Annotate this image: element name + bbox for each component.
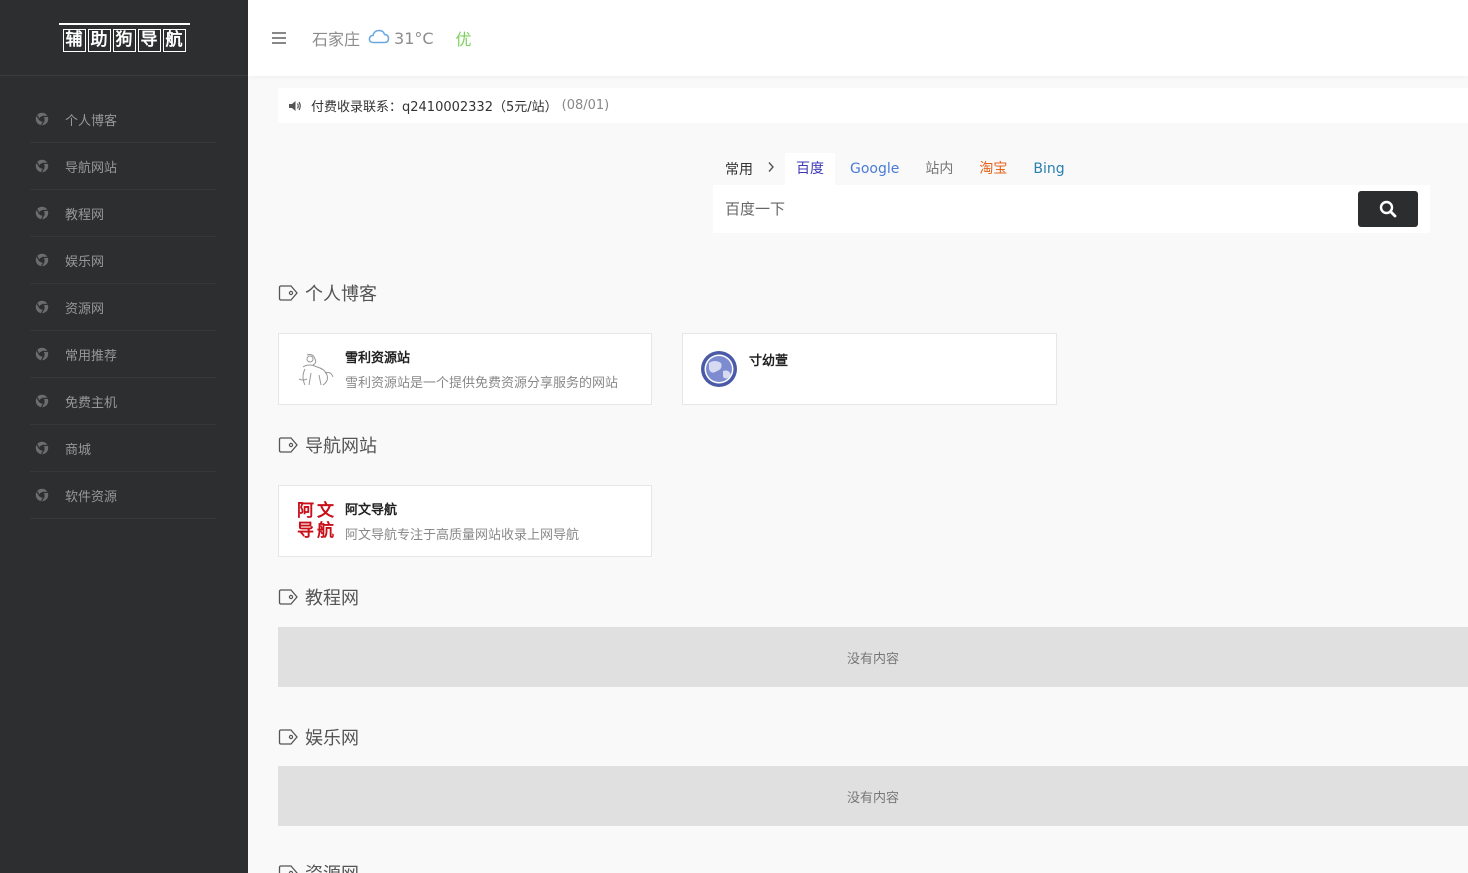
site-card-desc: 阿文导航专注于高质量网站收录上网导航 (345, 528, 580, 543)
sidebar-item-shop[interactable]: 商城 (30, 425, 216, 472)
cloud-icon (368, 28, 390, 48)
search-button[interactable] (1358, 191, 1418, 227)
empty-placeholder: 没有内容 (278, 627, 1468, 687)
chrome-icon (35, 394, 49, 408)
search-icon (1379, 200, 1397, 218)
tag-icon (278, 865, 298, 873)
awen-logo: 阿文导航 (297, 501, 334, 541)
sidebar-nav: 个人博客 导航网站 教程网 娱乐网 资源网 常用推荐 免费主机 商城 软件资源 (0, 96, 248, 519)
search-input[interactable] (713, 200, 1358, 218)
sidebar-item-resources[interactable]: 资源网 (30, 284, 216, 331)
empty-text: 没有内容 (846, 651, 899, 667)
chrome-icon (35, 159, 49, 173)
search-tab-taobao[interactable]: 淘宝 (968, 153, 1018, 185)
sidebar-item-nav-sites[interactable]: 导航网站 (30, 143, 216, 190)
sidebar-item-label: 商城 (65, 442, 92, 458)
tag-icon (278, 285, 298, 301)
speaker-icon (288, 100, 302, 112)
tag-icon (278, 589, 298, 605)
section-title-text: 个人博客 (305, 284, 377, 305)
weather-widget[interactable]: 石家庄 31°C (312, 26, 434, 50)
logo-char: 辅 (62, 29, 86, 52)
chrome-icon (35, 112, 49, 126)
site-card-desc: 雪利资源站是一个提供免费资源分享服务的网站 (345, 376, 619, 391)
section-title-resources: 资源网 (278, 860, 359, 873)
notice-date: (08/01) (561, 98, 610, 113)
city-name: 石家庄 (312, 30, 361, 49)
search-tab-bing[interactable]: Bing (1022, 153, 1075, 185)
sidebar-item-recommended[interactable]: 常用推荐 (30, 331, 216, 378)
chevron-right-icon (767, 161, 775, 177)
chrome-icon (35, 488, 49, 502)
sidebar-item-personal-blog[interactable]: 个人博客 (30, 96, 216, 143)
temperature: 31°C (394, 28, 434, 48)
site-card-name: 阿文导航 (345, 503, 398, 518)
chrome-icon (35, 253, 49, 267)
notice-text[interactable]: 付费收录联系：q2410002332（5元/站） (311, 96, 558, 115)
section-title-nav-sites: 导航网站 (278, 432, 377, 458)
sidebar-item-label: 资源网 (65, 301, 105, 317)
section-title-text: 教程网 (305, 588, 359, 609)
section-title-personal-blog: 个人博客 (278, 280, 377, 306)
globe-icon (699, 349, 739, 389)
sidebar-item-free-hosting[interactable]: 免费主机 (30, 378, 216, 425)
logo-char: 导 (137, 29, 161, 52)
dog-sketch-icon (295, 349, 335, 389)
logo[interactable]: 辅 助 狗 导 航 (0, 0, 248, 76)
search-group-label[interactable]: 常用 (725, 159, 753, 179)
empty-placeholder: 没有内容 (278, 766, 1468, 826)
section-title-text: 资源网 (305, 860, 359, 873)
sidebar: 辅 助 狗 导 航 个人博客 导航网站 教程网 娱乐网 资源网 常用推荐 免费主… (0, 0, 248, 873)
sidebar-item-software[interactable]: 软件资源 (30, 472, 216, 519)
sidebar-item-label: 免费主机 (65, 395, 118, 411)
chrome-icon (35, 206, 49, 220)
chrome-icon (35, 300, 49, 314)
sidebar-item-entertainment[interactable]: 娱乐网 (30, 237, 216, 284)
search-box (713, 185, 1430, 233)
logo-char: 狗 (112, 29, 136, 52)
top-header: 石家庄 31°C 优 (248, 0, 1468, 76)
logo-char: 助 (87, 29, 111, 52)
section-title-entertainment: 娱乐网 (278, 724, 359, 750)
sidebar-item-label: 娱乐网 (65, 254, 105, 270)
hamburger-menu-icon[interactable] (272, 32, 286, 44)
sidebar-item-label: 常用推荐 (65, 348, 118, 364)
search-tab-site[interactable]: 站内 (914, 153, 964, 185)
tag-icon (278, 437, 298, 453)
site-card-awen[interactable]: 阿文导航 阿文导航 阿文导航专注于高质量网站收录上网导航 (278, 485, 652, 557)
site-card-name: 雪利资源站 (345, 351, 411, 366)
sidebar-item-label: 教程网 (65, 207, 105, 223)
search-panel: 常用 百度 Google 站内 淘宝 Bing (713, 153, 1430, 233)
section-title-tutorials: 教程网 (278, 584, 359, 610)
sidebar-item-label: 个人博客 (65, 113, 118, 129)
notice-bar: 付费收录联系：q2410002332（5元/站） (08/01) (278, 88, 1468, 123)
air-quality-badge: 优 (455, 30, 472, 49)
chrome-icon (35, 347, 49, 361)
sidebar-item-label: 软件资源 (65, 489, 118, 505)
section-title-text: 导航网站 (305, 436, 377, 457)
sidebar-item-tutorials[interactable]: 教程网 (30, 190, 216, 237)
empty-text: 没有内容 (846, 790, 899, 806)
site-card-name: 寸幼萱 (749, 354, 789, 369)
search-tab-baidu[interactable]: 百度 (785, 153, 835, 185)
section-title-text: 娱乐网 (305, 728, 359, 749)
site-card-xueli[interactable]: 雪利资源站 雪利资源站是一个提供免费资源分享服务的网站 (278, 333, 652, 405)
search-tab-google[interactable]: Google (839, 153, 910, 185)
logo-char: 航 (162, 29, 186, 52)
chrome-icon (35, 441, 49, 455)
site-card-cunyouxuan[interactable]: 寸幼萱 (682, 333, 1057, 405)
tag-icon (278, 729, 298, 745)
sidebar-item-label: 导航网站 (65, 160, 118, 176)
search-tabs: 常用 百度 Google 站内 淘宝 Bing (713, 153, 1430, 185)
